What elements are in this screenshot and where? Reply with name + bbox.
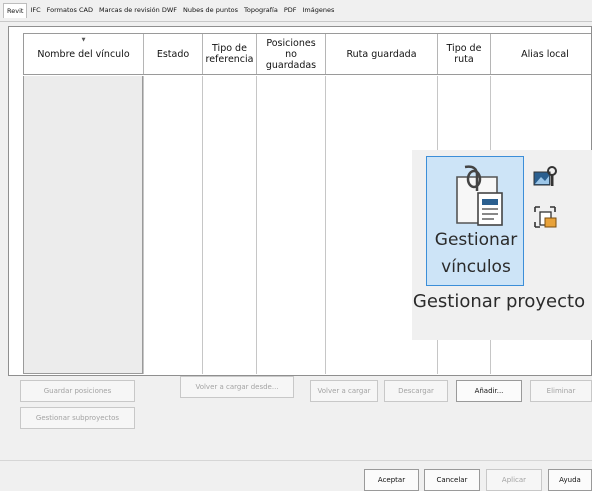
table-header: ▼ Nombre del vínculo Estado Tipo de refe… bbox=[23, 33, 591, 75]
dialog-footer: Aceptar Cancelar Aplicar Ayuda bbox=[0, 460, 592, 491]
volver-cargar-button[interactable]: Volver a cargar bbox=[310, 380, 378, 402]
tab-bar: Revit IFC Formatos CAD Marcas de revisió… bbox=[0, 0, 592, 22]
descargar-button[interactable]: Descargar bbox=[384, 380, 448, 402]
column-header-tipo-ruta[interactable]: Tipo de ruta bbox=[437, 34, 490, 74]
column-header-tipo-referencia[interactable]: Tipo de referencia bbox=[202, 34, 256, 74]
gestionar-vinculos-label-1: Gestionar bbox=[434, 230, 518, 250]
table-column bbox=[256, 76, 325, 374]
column-header-estado[interactable]: Estado bbox=[143, 34, 202, 74]
cancelar-button[interactable]: Cancelar bbox=[424, 469, 480, 491]
tab-imagenes[interactable]: Imágenes bbox=[300, 4, 338, 17]
guardar-posiciones-button[interactable]: Guardar posiciones bbox=[20, 380, 135, 402]
column-header-ruta-guardada[interactable]: Ruta guardada bbox=[325, 34, 437, 74]
column-header-nombre-vinculo[interactable]: ▼ Nombre del vínculo bbox=[23, 34, 143, 74]
column-header-posiciones-no-guardadas[interactable]: Posiciones no guardadas bbox=[256, 34, 325, 74]
tab-formatos-cad[interactable]: Formatos CAD bbox=[44, 4, 96, 17]
sort-indicator-icon: ▼ bbox=[81, 37, 86, 43]
table-column bbox=[23, 76, 143, 374]
tab-topografia[interactable]: Topografía bbox=[241, 4, 281, 17]
manage-images-icon[interactable] bbox=[532, 164, 558, 190]
column-header-alias-local[interactable]: Alias local bbox=[490, 34, 591, 74]
tab-ifc[interactable]: IFC bbox=[27, 4, 43, 17]
eliminar-button[interactable]: Eliminar bbox=[530, 380, 592, 402]
table-column bbox=[143, 76, 202, 374]
volver-cargar-desde-button[interactable]: Volver a cargar desde... bbox=[180, 376, 294, 398]
tab-pdf[interactable]: PDF bbox=[281, 4, 300, 17]
gestionar-vinculos-label-2: vínculos bbox=[441, 257, 511, 277]
starting-view-icon[interactable] bbox=[532, 204, 558, 230]
gestionar-vinculos-button[interactable]: Gestionar vínculos bbox=[426, 156, 524, 286]
gestionar-subproyectos-button[interactable]: Gestionar subproyectos bbox=[20, 407, 135, 429]
tab-revit[interactable]: Revit bbox=[3, 3, 28, 18]
gestionar-proyecto-caption: Gestionar proyecto bbox=[412, 291, 586, 312]
ribbon-panel-zoom: Gestionar vínculos Gestionar proyecto bbox=[412, 150, 592, 340]
anadir-button[interactable]: Añadir... bbox=[456, 380, 522, 402]
aplicar-button[interactable]: Aplicar bbox=[486, 469, 542, 491]
manage-links-icon bbox=[456, 165, 503, 226]
tab-marcas-revision-dwf[interactable]: Marcas de revisión DWF bbox=[96, 4, 180, 17]
tab-nubes-de-puntos[interactable]: Nubes de puntos bbox=[180, 4, 241, 17]
aceptar-button[interactable]: Aceptar bbox=[364, 469, 419, 491]
table-column bbox=[202, 76, 256, 374]
ayuda-button[interactable]: Ayuda bbox=[548, 469, 592, 491]
